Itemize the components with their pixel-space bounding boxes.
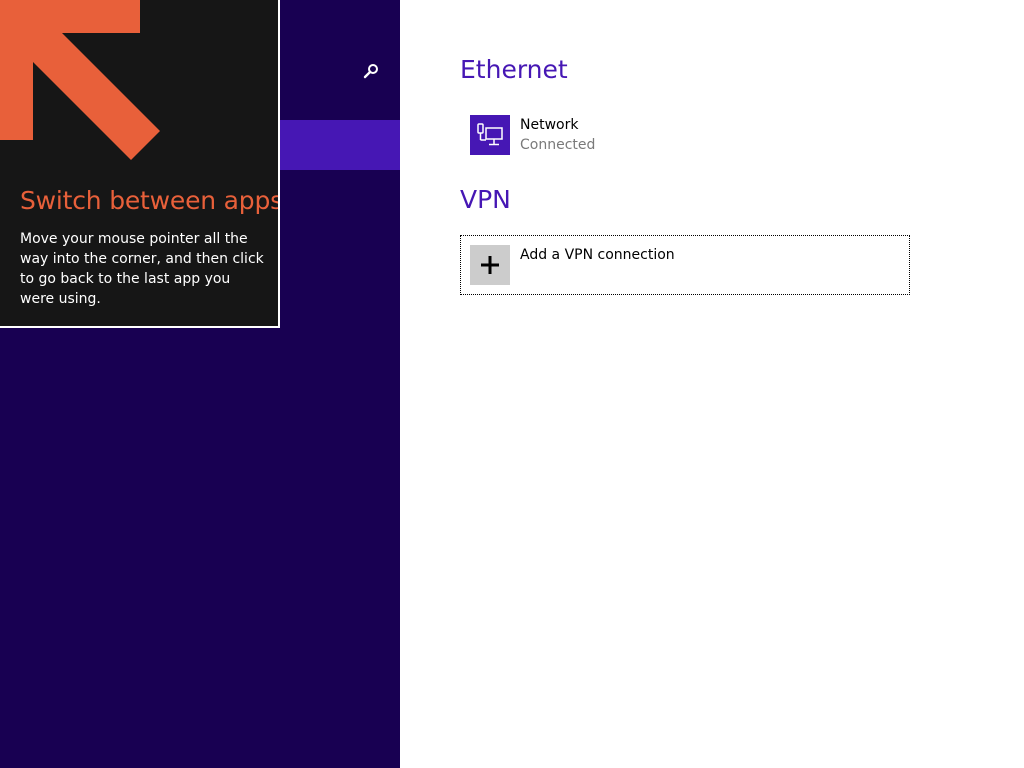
add-vpn-connection-button[interactable]: Add a VPN connection [460, 235, 910, 295]
nav-item-selected[interactable] [280, 120, 400, 170]
ethernet-network-item[interactable]: Network Connected [460, 110, 760, 162]
pc-settings-network-page: Switch between apps Move your mouse poin… [0, 0, 1024, 768]
search-icon [363, 64, 378, 79]
tip-title: Switch between apps [20, 186, 280, 215]
network-status: Connected [520, 137, 596, 153]
vpn-section-title: VPN [460, 185, 511, 214]
network-name: Network [520, 117, 579, 133]
network-tile [470, 115, 510, 155]
ethernet-section-title: Ethernet [460, 55, 568, 84]
hot-corner-tip: Switch between apps Move your mouse poin… [0, 0, 280, 328]
search-button[interactable] [356, 56, 386, 86]
arrow-up-left-icon [0, 0, 160, 160]
add-vpn-tile [470, 245, 510, 285]
ethernet-network-icon [477, 123, 503, 146]
plus-icon [481, 256, 499, 274]
tip-body: Move your mouse pointer all the way into… [20, 231, 264, 307]
add-vpn-label: Add a VPN connection [520, 247, 675, 263]
